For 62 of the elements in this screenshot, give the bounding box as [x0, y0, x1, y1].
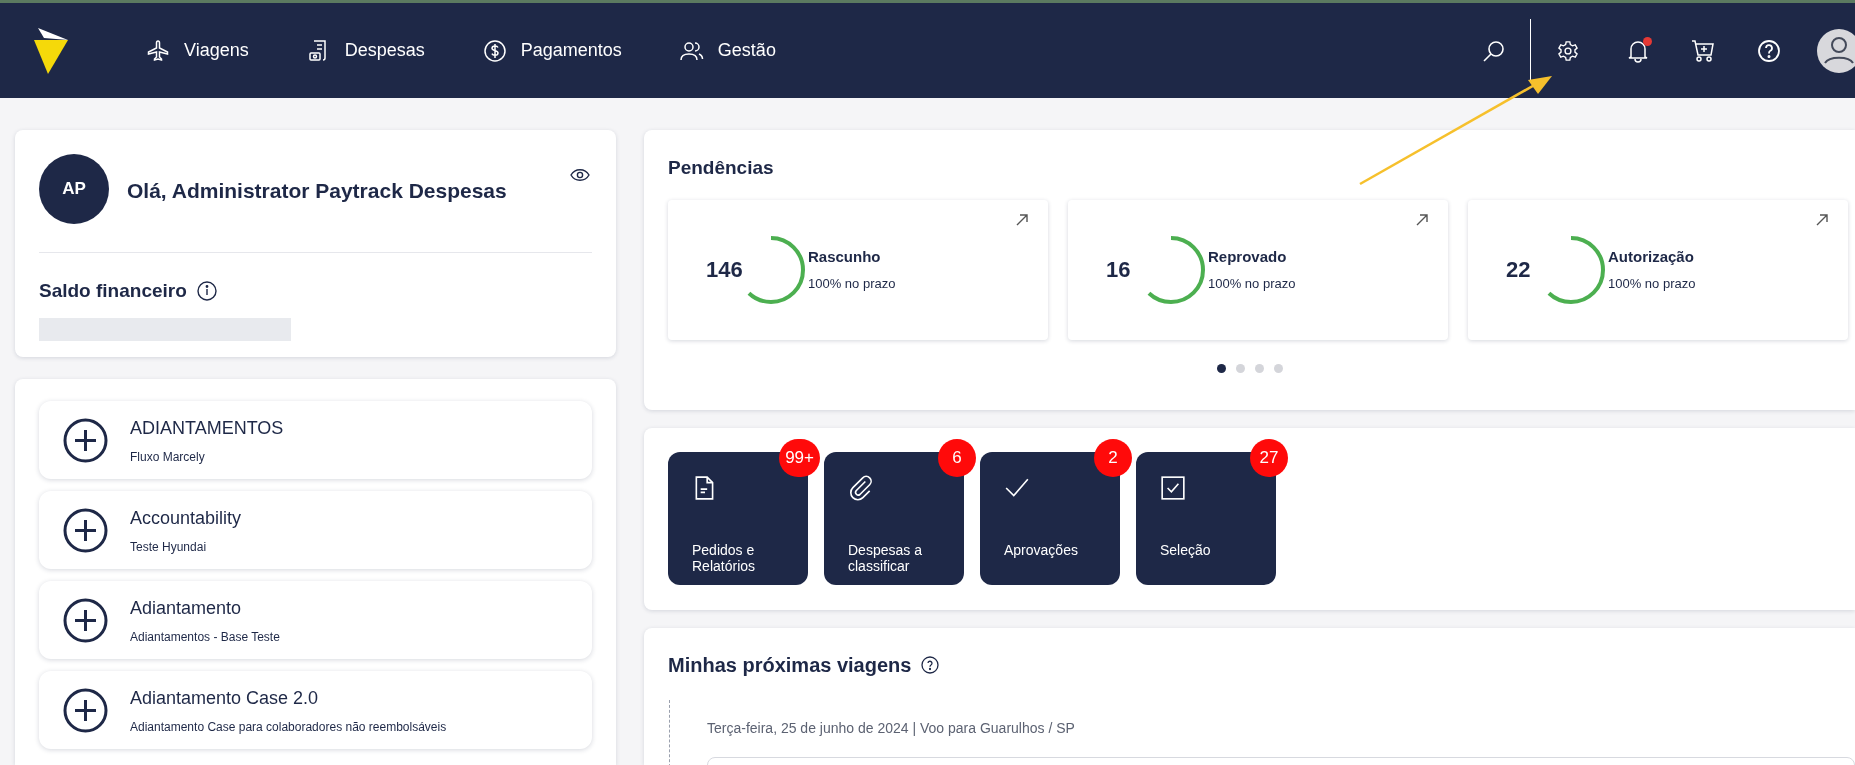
pending-note: 100% no prazo: [808, 275, 896, 293]
shortcut-label: Pedidos e Relatórios: [692, 542, 757, 574]
info-icon[interactable]: [196, 281, 217, 302]
pending-card[interactable]: 16 Reprovado 100% no prazo: [1068, 199, 1448, 340]
open-external-arrow-icon[interactable]: [1016, 213, 1028, 226]
request-title: Adiantamento: [130, 596, 243, 620]
add-circle-icon[interactable]: [63, 597, 108, 643]
help-icon[interactable]: [921, 656, 940, 674]
request-subtitle: Adiantamentos - Base Teste: [130, 628, 280, 646]
logo-icon[interactable]: [34, 27, 68, 74]
pending-count: 22: [1506, 256, 1531, 284]
count-badge: 6: [938, 439, 976, 477]
shortcut-label: Aprovações: [1004, 542, 1079, 558]
add-circle-icon[interactable]: [63, 507, 108, 553]
plane-icon: [146, 38, 170, 63]
request-type-card[interactable]: Accountability Teste Hyundai: [39, 491, 592, 569]
settings-icon[interactable]: [1557, 39, 1579, 62]
nav-link[interactable]: Viagens: [146, 37, 249, 64]
add-circle-icon[interactable]: [63, 687, 108, 733]
trip-date-text: Terça-feira, 25 de junho de 2024 | Voo para Guarulhos / SP: [707, 719, 1076, 738]
balance-title: Saldo financeiro: [39, 279, 187, 303]
pending-note: 100% no prazo: [1208, 275, 1296, 293]
cart-add-icon[interactable]: [1691, 38, 1715, 63]
pending-note: 100% no prazo: [1608, 275, 1696, 293]
paperclip-icon: [848, 474, 874, 502]
nav-link[interactable]: Despesas: [306, 37, 425, 64]
pending-label: Rascunho: [808, 246, 882, 267]
pending-count: 16: [1106, 256, 1131, 284]
pending-card[interactable]: 22 Autorização 100% no prazo: [1468, 199, 1848, 340]
dollar-circle-icon: [482, 38, 507, 63]
add-circle-icon[interactable]: [63, 417, 108, 463]
count-badge: 99+: [779, 439, 820, 477]
pending-title: Pendências: [668, 156, 775, 180]
request-title: ADIANTAMENTOS: [130, 416, 284, 440]
pending-label: Reprovado: [1208, 246, 1288, 267]
request-subtitle: Teste Hyundai: [130, 538, 208, 556]
open-external-arrow-icon[interactable]: [1816, 213, 1828, 226]
request-title: Adiantamento Case 2.0: [130, 686, 320, 710]
request-subtitle: Fluxo Marcely: [130, 448, 206, 466]
trips-title: Minhas próximas viagens: [668, 653, 912, 678]
request-subtitle: Adiantamento Case para colaboradores não reembolsáveis: [130, 718, 447, 736]
pending-card[interactable]: 146 Rascunho 100% no prazo: [668, 199, 1048, 340]
user-initials-avatar: AP: [39, 154, 109, 224]
request-type-card[interactable]: Adiantamento Case 2.0 Adiantamento Case para colaboradores não reembolsáveis: [39, 671, 592, 749]
request-title: Accountability: [130, 506, 242, 530]
request-type-card[interactable]: Adiantamento Adiantamentos - Base Teste: [39, 581, 592, 659]
eye-icon[interactable]: [570, 168, 590, 182]
request-type-card[interactable]: ADIANTAMENTOS Fluxo Marcely: [39, 401, 592, 479]
open-external-arrow-icon[interactable]: [1416, 213, 1428, 226]
user-avatar-icon[interactable]: [1817, 28, 1855, 73]
shortcut-label: Despesas a classificar: [848, 542, 923, 574]
greeting-title: Olá, Administrator Paytrack Despesas: [127, 178, 507, 204]
nav-link[interactable]: Pagamentos: [482, 37, 622, 64]
pending-label: Autorização: [1608, 246, 1695, 267]
count-badge: 2: [1094, 439, 1132, 477]
search-icon[interactable]: [1482, 38, 1506, 63]
nav-link[interactable]: Gestão: [679, 37, 776, 64]
pending-count: 146: [706, 256, 743, 284]
count-badge: 27: [1250, 439, 1288, 477]
checked-box-icon: [1160, 474, 1186, 502]
notification-bell-icon[interactable]: [1627, 38, 1649, 63]
shortcut-label: Seleção: [1160, 542, 1212, 558]
